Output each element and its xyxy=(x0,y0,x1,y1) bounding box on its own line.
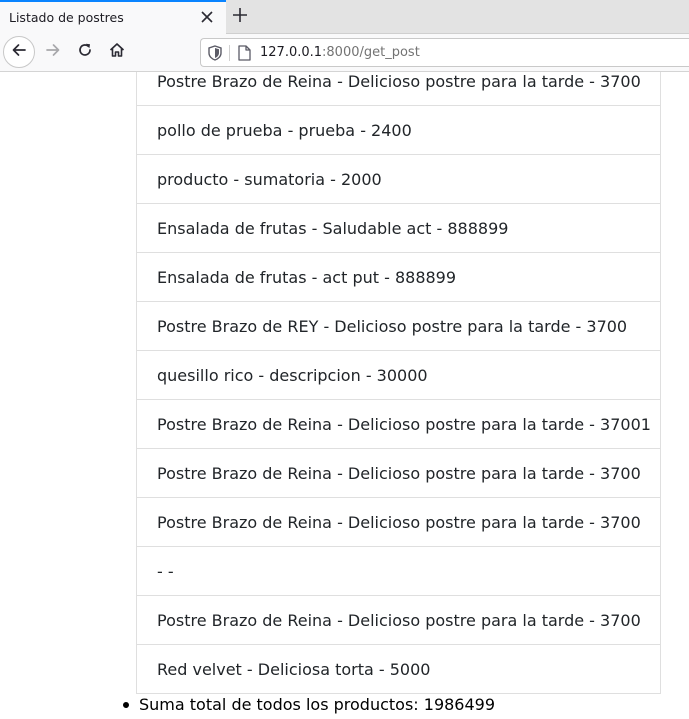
reload-icon xyxy=(77,42,93,62)
list-item: Ensalada de frutas - Saludable act - 888… xyxy=(136,204,661,253)
shield-icon[interactable] xyxy=(206,44,224,62)
page-content: Postre Brazo de Reina - Delicioso postre… xyxy=(0,72,689,719)
arrow-left-icon xyxy=(11,42,27,62)
close-icon[interactable] xyxy=(196,6,218,28)
url-path: :8000/get_post xyxy=(322,45,420,60)
list-item: Postre Brazo de Reina - Delicioso postre… xyxy=(136,449,661,498)
page-icon[interactable] xyxy=(235,44,253,62)
list-item: Postre Brazo de Reina - Delicioso postre… xyxy=(136,72,661,106)
tab-title: Listado de postres xyxy=(9,10,124,25)
home-button[interactable] xyxy=(103,38,131,66)
bullet-icon xyxy=(123,701,129,708)
reload-button[interactable] xyxy=(71,38,99,66)
navigation-toolbar: 127.0.0.1:8000/get_post xyxy=(0,34,689,72)
forward-button[interactable] xyxy=(39,38,67,66)
new-tab-button[interactable] xyxy=(226,4,254,30)
plus-icon xyxy=(232,7,248,27)
total-text: Suma total de todos los productos: 19864… xyxy=(139,695,496,714)
list-item: - - xyxy=(136,547,661,596)
total-sum: Suma total de todos los productos: 19864… xyxy=(120,695,495,714)
url-bar[interactable]: 127.0.0.1:8000/get_post xyxy=(200,38,689,67)
back-button[interactable] xyxy=(3,36,35,68)
list-item: Postre Brazo de Reina - Delicioso postre… xyxy=(136,596,661,645)
list-item: Postre Brazo de Reina - Delicioso postre… xyxy=(136,498,661,547)
tab-active[interactable]: Listado de postres xyxy=(0,0,226,34)
home-icon xyxy=(109,42,125,62)
list-item: Postre Brazo de Reina - Delicioso postre… xyxy=(136,400,661,449)
arrow-right-icon xyxy=(45,42,61,62)
url-separator xyxy=(229,45,230,61)
list-item: Ensalada de frutas - act put - 888899 xyxy=(136,253,661,302)
url-text[interactable]: 127.0.0.1:8000/get_post xyxy=(260,45,420,60)
list-item: Postre Brazo de REY - Delicioso postre p… xyxy=(136,302,661,351)
list-item: pollo de prueba - prueba - 2400 xyxy=(136,106,661,155)
list-item: producto - sumatoria - 2000 xyxy=(136,155,661,204)
list-item: Red velvet - Deliciosa torta - 5000 xyxy=(136,645,661,694)
list-item: quesillo rico - descripcion - 30000 xyxy=(136,351,661,400)
products-list: Postre Brazo de Reina - Delicioso postre… xyxy=(136,72,661,694)
url-host: 127.0.0.1 xyxy=(260,45,323,60)
tab-bar: Listado de postres xyxy=(0,0,689,34)
